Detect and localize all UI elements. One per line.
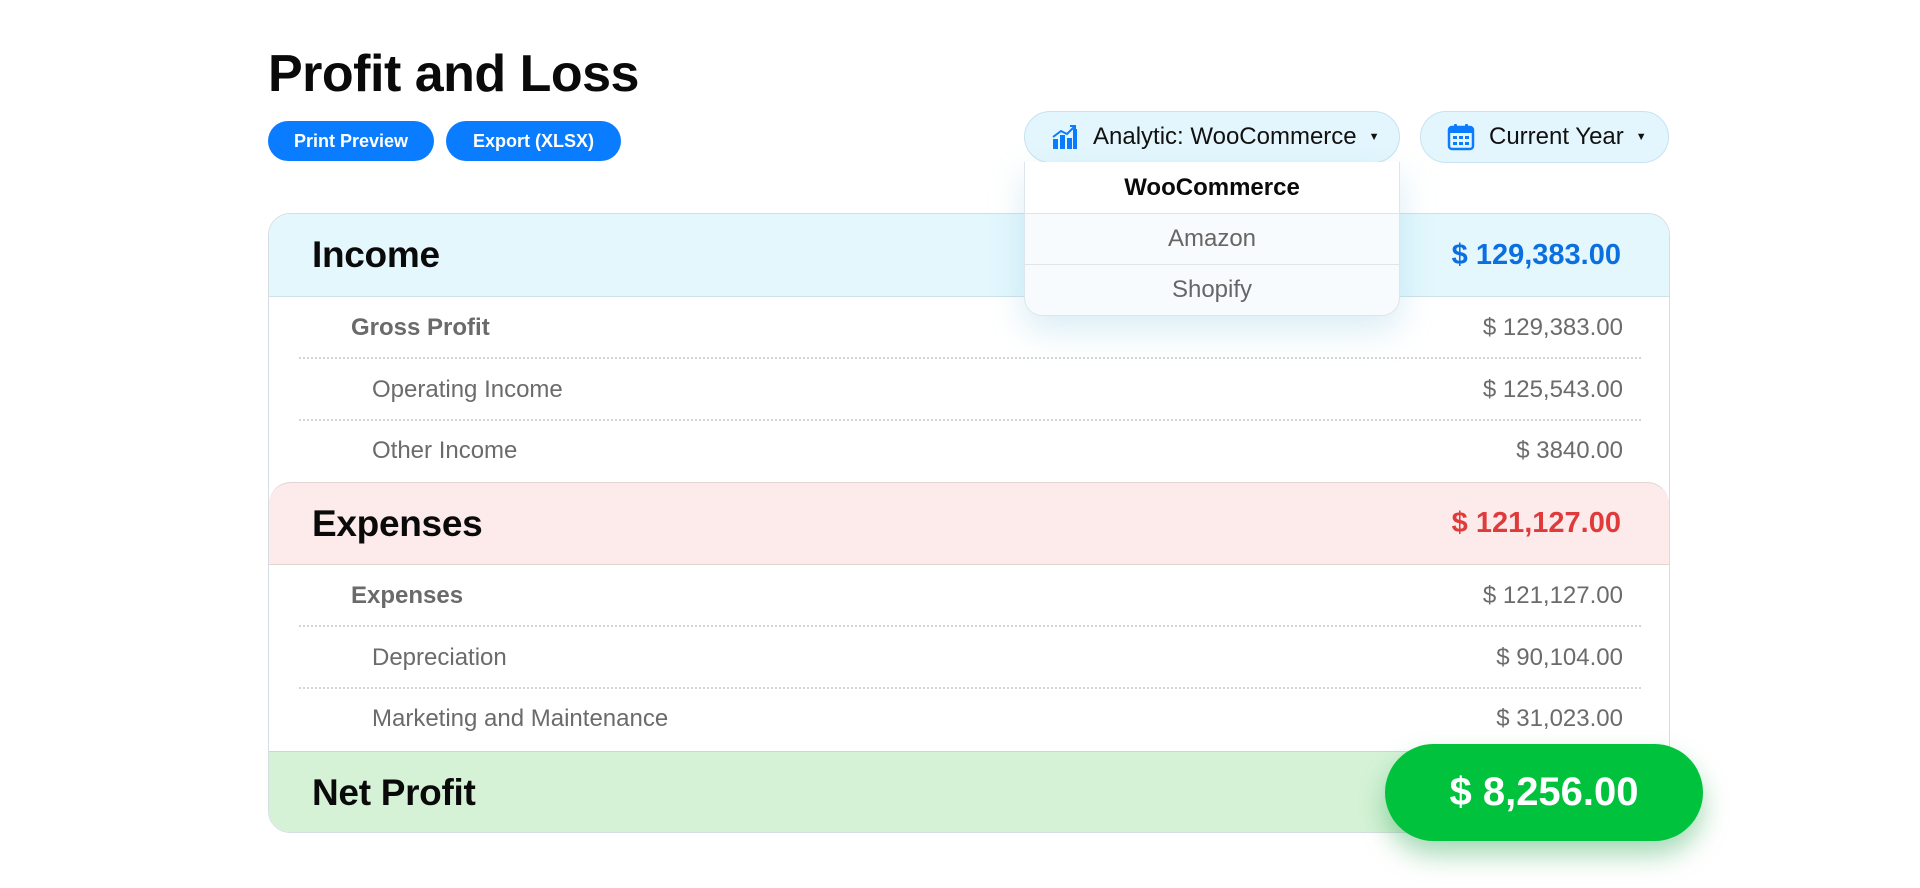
profit-loss-table: Income $ 129,383.00 Gross Profit $ 129,3…	[268, 213, 1670, 833]
table-row: Other Income $ 3840.00	[299, 420, 1641, 481]
row-label: Expenses	[351, 581, 464, 609]
analytic-selector[interactable]: Analytic: WooCommerce ▼	[1024, 111, 1400, 163]
row-label: Other Income	[372, 436, 518, 464]
row-label: Gross Profit	[351, 313, 490, 341]
expenses-label: Expenses	[312, 502, 483, 544]
period-selector-label: Current Year	[1489, 123, 1624, 150]
chevron-down-icon: ▼	[1368, 131, 1380, 143]
expenses-total: $ 121,127.00	[1451, 507, 1621, 539]
row-amount: $ 121,127.00	[1482, 581, 1623, 609]
expenses-section-header: Expenses $ 121,127.00	[269, 482, 1669, 565]
row-label: Depreciation	[372, 643, 507, 671]
table-row: Depreciation $ 90,104.00	[299, 628, 1641, 689]
income-section-header: Income $ 129,383.00	[269, 214, 1669, 297]
dropdown-option-shopify[interactable]: Shopify	[1025, 264, 1399, 315]
row-amount: $ 129,383.00	[1482, 313, 1623, 341]
table-row: Expenses $ 121,127.00	[299, 566, 1641, 627]
print-preview-button[interactable]: Print Preview	[268, 121, 434, 161]
row-label: Marketing and Maintenance	[372, 704, 669, 732]
dropdown-option-woocommerce[interactable]: WooCommerce	[1025, 162, 1399, 213]
income-total: $ 129,383.00	[1451, 238, 1621, 271]
calendar-icon	[1447, 123, 1475, 151]
dropdown-option-amazon[interactable]: Amazon	[1025, 213, 1399, 264]
row-amount: $ 3840.00	[1516, 436, 1623, 464]
net-profit-label: Net Profit	[312, 772, 476, 813]
profit-loss-page: Profit and Loss Print Preview Export (XL…	[0, 0, 1920, 888]
table-row: Gross Profit $ 129,383.00	[299, 298, 1641, 359]
income-label: Income	[312, 234, 440, 275]
row-label: Operating Income	[372, 375, 563, 403]
table-row: Operating Income $ 125,543.00	[299, 360, 1641, 421]
period-selector[interactable]: Current Year ▼	[1420, 111, 1669, 163]
table-row: Marketing and Maintenance $ 31,023.00	[299, 688, 1641, 749]
row-amount: $ 90,104.00	[1496, 643, 1623, 671]
analytic-selector-label: Analytic: WooCommerce	[1093, 123, 1357, 150]
row-amount: $ 125,543.00	[1482, 375, 1623, 403]
analytic-dropdown-menu: WooCommerce Amazon Shopify	[1024, 162, 1400, 316]
export-xlsx-button[interactable]: Export (XLSX)	[446, 121, 621, 161]
chevron-down-icon: ▼	[1635, 131, 1647, 143]
row-amount: $ 31,023.00	[1496, 704, 1623, 732]
net-profit-total-badge: $ 8,256.00	[1385, 744, 1703, 841]
bar-chart-icon	[1051, 123, 1079, 151]
page-title: Profit and Loss	[268, 45, 639, 103]
